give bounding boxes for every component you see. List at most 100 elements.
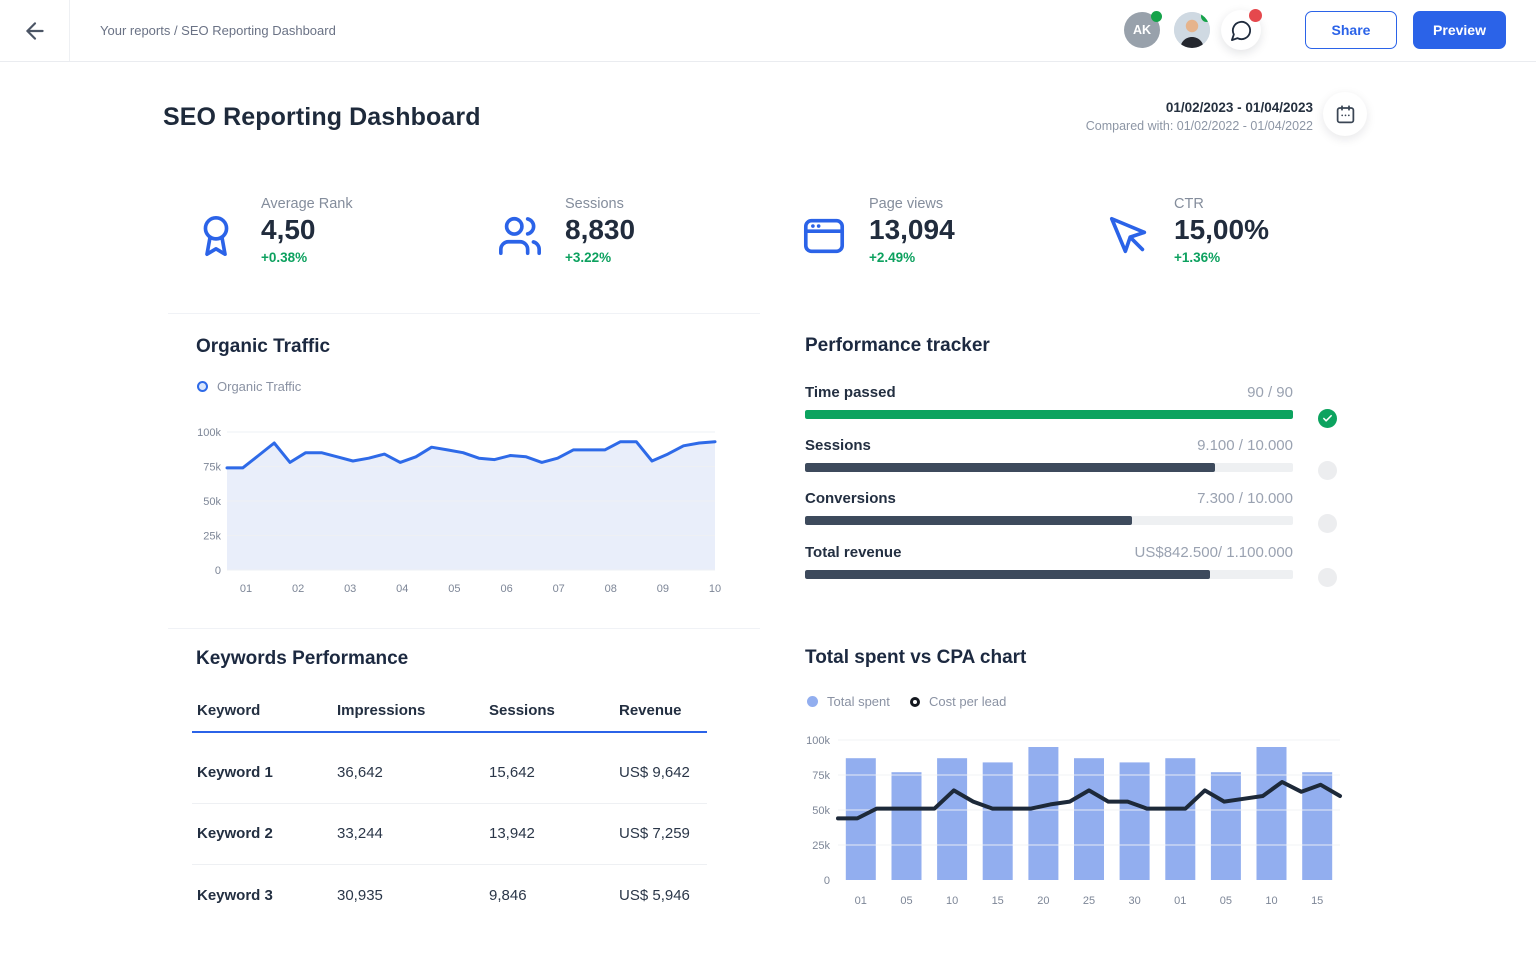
sessions-cell: 9,846 — [489, 887, 619, 904]
legend-label: Total spent — [827, 694, 890, 709]
page-title: SEO Reporting Dashboard — [163, 103, 481, 132]
sessions-cell: 13,942 — [489, 825, 619, 842]
svg-text:05: 05 — [1220, 895, 1232, 907]
kpi-ctr: CTR 15,00% +1.36% — [1106, 196, 1401, 265]
chat-bubble-icon — [1230, 19, 1253, 42]
progress-track — [805, 410, 1293, 419]
notification-dot-icon — [1249, 9, 1262, 22]
preview-button[interactable]: Preview — [1413, 11, 1506, 49]
organic-traffic-chart: 100k75k50k25k001020304050607080910 — [193, 420, 725, 604]
svg-text:15: 15 — [1311, 895, 1323, 907]
tracker-label: Conversions — [805, 490, 896, 507]
svg-text:01: 01 — [855, 895, 867, 907]
impressions-cell: 33,244 — [337, 825, 489, 842]
progress-track — [805, 516, 1293, 525]
kpi-label: Page views — [869, 196, 955, 212]
svg-text:100k: 100k — [197, 427, 221, 439]
progress-track — [805, 570, 1293, 579]
kpi-value: 13,094 — [869, 214, 955, 246]
column-header: Revenue — [619, 702, 709, 719]
kpi-delta: +0.38% — [261, 250, 353, 265]
svg-text:05: 05 — [448, 583, 460, 595]
svg-text:50k: 50k — [203, 496, 221, 508]
column-header: Keyword — [197, 702, 337, 719]
progress-fill — [805, 410, 1293, 419]
date-range-block[interactable]: 01/02/2023 - 01/04/2023 Compared with: 0… — [1086, 100, 1313, 133]
svg-text:25k: 25k — [812, 840, 830, 852]
tracker-row-conversions: Conversions 7.300 / 10.000 — [805, 490, 1293, 525]
legend-label: Organic Traffic — [217, 379, 301, 394]
section-divider — [168, 628, 760, 629]
impressions-cell: 36,642 — [337, 764, 489, 781]
tracker-status-pending-icon — [1318, 514, 1337, 533]
chat-button[interactable] — [1221, 10, 1261, 50]
avatar-ak[interactable]: AK — [1124, 12, 1160, 48]
sessions-cell: 15,642 — [489, 764, 619, 781]
kpi-average-rank: Average Rank 4,50 +0.38% — [193, 196, 488, 265]
kpi-label: Sessions — [565, 196, 635, 212]
svg-text:75k: 75k — [812, 770, 830, 782]
revenue-cell: US$ 5,946 — [619, 887, 709, 904]
tracker-value: 7.300 / 10.000 — [1197, 490, 1293, 507]
legend-cost-per-lead[interactable]: Cost per lead — [910, 694, 1006, 709]
kpi-value: 15,00% — [1174, 214, 1269, 246]
kpi-sessions: Sessions 8,830 +3.22% — [497, 196, 792, 265]
tracker-row-sessions: Sessions9.100 / 10.000 — [805, 437, 1293, 472]
tracker-label: Time passed — [805, 384, 896, 401]
browser-icon — [801, 213, 847, 259]
back-button[interactable] — [0, 0, 70, 61]
keyword-cell: Keyword 1 — [197, 764, 337, 781]
calendar-button[interactable] — [1323, 92, 1367, 136]
avatar-photo[interactable] — [1174, 12, 1210, 48]
table-row: Keyword 2 33,244 13,942 US$ 7,259 — [197, 825, 709, 842]
svg-text:25: 25 — [1083, 895, 1095, 907]
svg-text:01: 01 — [240, 583, 252, 595]
tracker-status-check-icon — [1318, 409, 1337, 428]
tracker-value: US$842.500/ 1.100.000 — [1135, 544, 1293, 561]
svg-text:100k: 100k — [806, 735, 830, 747]
table-row: Keyword 1 36,642 15,642 US$ 9,642 — [197, 764, 709, 781]
svg-text:0: 0 — [215, 565, 221, 577]
tracker-status-pending-icon — [1318, 568, 1337, 587]
svg-text:10: 10 — [1265, 895, 1277, 907]
tracker-value: 90 / 90 — [1247, 384, 1293, 401]
cursor-icon — [1106, 213, 1152, 259]
organic-traffic-legend-item[interactable]: Organic Traffic — [197, 379, 301, 394]
users-icon — [497, 213, 543, 259]
legend-ring-icon — [197, 381, 208, 392]
organic-traffic-title: Organic Traffic — [196, 336, 330, 358]
kpi-delta: +2.49% — [869, 250, 955, 265]
compared-date-range: Compared with: 01/02/2022 - 01/04/2022 — [1086, 119, 1313, 133]
column-header: Sessions — [489, 702, 619, 719]
svg-text:20: 20 — [1037, 895, 1049, 907]
tracker-row-time-passed: Time passed 90 / 90 — [805, 384, 1293, 419]
progress-fill — [805, 516, 1132, 525]
kpi-delta: +1.36% — [1174, 250, 1269, 265]
calendar-icon — [1335, 104, 1356, 125]
impressions-cell: 30,935 — [337, 887, 489, 904]
breadcrumb[interactable]: Your reports / SEO Reporting Dashboard — [100, 0, 336, 61]
seo-reporting-dashboard-page: Your reports / SEO Reporting Dashboard A… — [0, 0, 1536, 966]
performance-tracker-title: Performance tracker — [805, 335, 990, 357]
legend-total-spent[interactable]: Total spent — [807, 694, 890, 709]
progress-track — [805, 463, 1293, 472]
tracker-label: Sessions — [805, 437, 871, 454]
share-button[interactable]: Share — [1305, 11, 1397, 49]
avatar-initials: AK — [1133, 23, 1151, 37]
topbar: Your reports / SEO Reporting Dashboard A… — [0, 0, 1536, 62]
svg-text:10: 10 — [709, 583, 721, 595]
kpi-value: 8,830 — [565, 214, 635, 246]
kpi-value: 4,50 — [261, 214, 353, 246]
svg-text:10: 10 — [946, 895, 958, 907]
svg-text:75k: 75k — [203, 462, 221, 474]
tracker-label: Total revenue — [805, 544, 901, 561]
svg-text:06: 06 — [500, 583, 512, 595]
tracker-row-total-revenue: Total revenue US$842.500/ 1.100.000 — [805, 544, 1293, 579]
table-row: Keyword 3 30,935 9,846 US$ 5,946 — [197, 887, 709, 904]
svg-text:04: 04 — [396, 583, 408, 595]
column-header: Impressions — [337, 702, 489, 719]
svg-text:01: 01 — [1174, 895, 1186, 907]
online-dot-icon — [1201, 12, 1210, 22]
date-range: 01/02/2023 - 01/04/2023 — [1086, 100, 1313, 115]
revenue-cell: US$ 9,642 — [619, 764, 709, 781]
